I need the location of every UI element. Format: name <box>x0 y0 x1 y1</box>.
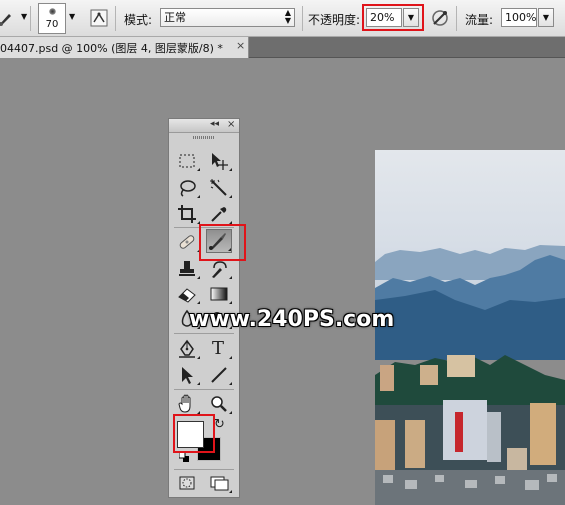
pressure-opacity-icon[interactable] <box>430 8 450 28</box>
divider <box>174 389 234 390</box>
magic-wand-tool[interactable] <box>208 177 232 199</box>
hand-tool[interactable] <box>176 393 200 415</box>
divider <box>174 469 234 470</box>
close-tab-icon[interactable]: × <box>236 39 245 52</box>
zoom-tool[interactable] <box>208 393 232 415</box>
lasso-tool[interactable] <box>176 177 200 199</box>
eraser-tool[interactable] <box>176 283 200 305</box>
brush-tip-icon <box>49 8 56 15</box>
swap-colors-icon[interactable]: ↻ <box>214 417 225 432</box>
mode-select[interactable]: 正常 ▲ ▼ <box>160 8 295 27</box>
options-bar: ▼ 70 ▼ 模式: 正常 ▲ ▼ 不透明度: 20% ▼ 流量: 100% ▼ <box>0 0 565 37</box>
opacity-label: 不透明度: <box>308 13 361 27</box>
tool-preset-dropdown-icon[interactable]: ▼ <box>21 12 27 21</box>
clone-stamp-tool[interactable] <box>176 258 200 280</box>
separator <box>456 6 457 31</box>
history-brush-tool[interactable] <box>208 258 232 280</box>
spot-healing-brush-tool[interactable] <box>176 231 200 253</box>
document-title: 04407.psd @ 100% (图层 4, 图层蒙版/8) * <box>0 42 223 55</box>
brush-panel-toggle-icon[interactable] <box>90 9 108 27</box>
crop-tool[interactable] <box>176 203 200 225</box>
divider <box>174 333 234 334</box>
document-tab-bar: 04407.psd @ 100% (图层 4, 图层蒙版/8) * × <box>0 37 565 58</box>
canvas-image[interactable] <box>375 150 565 505</box>
landscape-photo <box>375 150 565 505</box>
move-tool[interactable] <box>208 150 232 172</box>
screen-mode-button[interactable] <box>208 472 232 494</box>
collapse-icon[interactable]: ◂◂ <box>210 119 219 129</box>
eyedropper-tool[interactable] <box>208 203 232 225</box>
flow-input[interactable]: 100% <box>501 8 537 27</box>
brush-tool-highlight-box <box>199 224 246 261</box>
panel-grip-icon[interactable] <box>193 136 215 139</box>
watermark: www.240PS.com <box>189 307 395 332</box>
separator <box>115 6 116 31</box>
separator <box>30 6 31 31</box>
flow-slider-dropdown-button[interactable]: ▼ <box>538 8 554 27</box>
type-tool[interactable]: T <box>208 338 232 360</box>
gradient-tool[interactable] <box>208 283 232 305</box>
brush-picker-dropdown-icon[interactable]: ▼ <box>69 12 75 21</box>
flow-label: 流量: <box>465 13 494 27</box>
chevron-updown-icon: ▲ ▼ <box>284 8 291 25</box>
brush-tool-preset-icon[interactable] <box>0 8 20 28</box>
document-tab[interactable]: 04407.psd @ 100% (图层 4, 图层蒙版/8) * × <box>0 37 249 58</box>
pen-tool[interactable] <box>176 338 200 360</box>
brush-size-value: 70 <box>45 19 59 30</box>
quick-mask-mode-button[interactable] <box>176 472 200 494</box>
separator <box>302 6 303 31</box>
mode-value: 正常 <box>164 11 186 24</box>
rectangular-marquee-tool[interactable] <box>176 150 200 172</box>
brush-size-picker[interactable]: 70 <box>38 3 66 34</box>
mode-label: 模式: <box>124 13 153 27</box>
close-icon[interactable]: × <box>227 119 235 130</box>
chevron-down-icon: ▼ <box>542 13 550 22</box>
path-selection-tool[interactable] <box>176 364 200 386</box>
line-tool[interactable] <box>208 364 232 386</box>
opacity-highlight-box <box>362 4 424 31</box>
foreground-color-swatch[interactable] <box>177 421 204 448</box>
type-icon: T <box>212 338 225 359</box>
tools-panel-header[interactable]: ◂◂ × <box>169 119 239 133</box>
